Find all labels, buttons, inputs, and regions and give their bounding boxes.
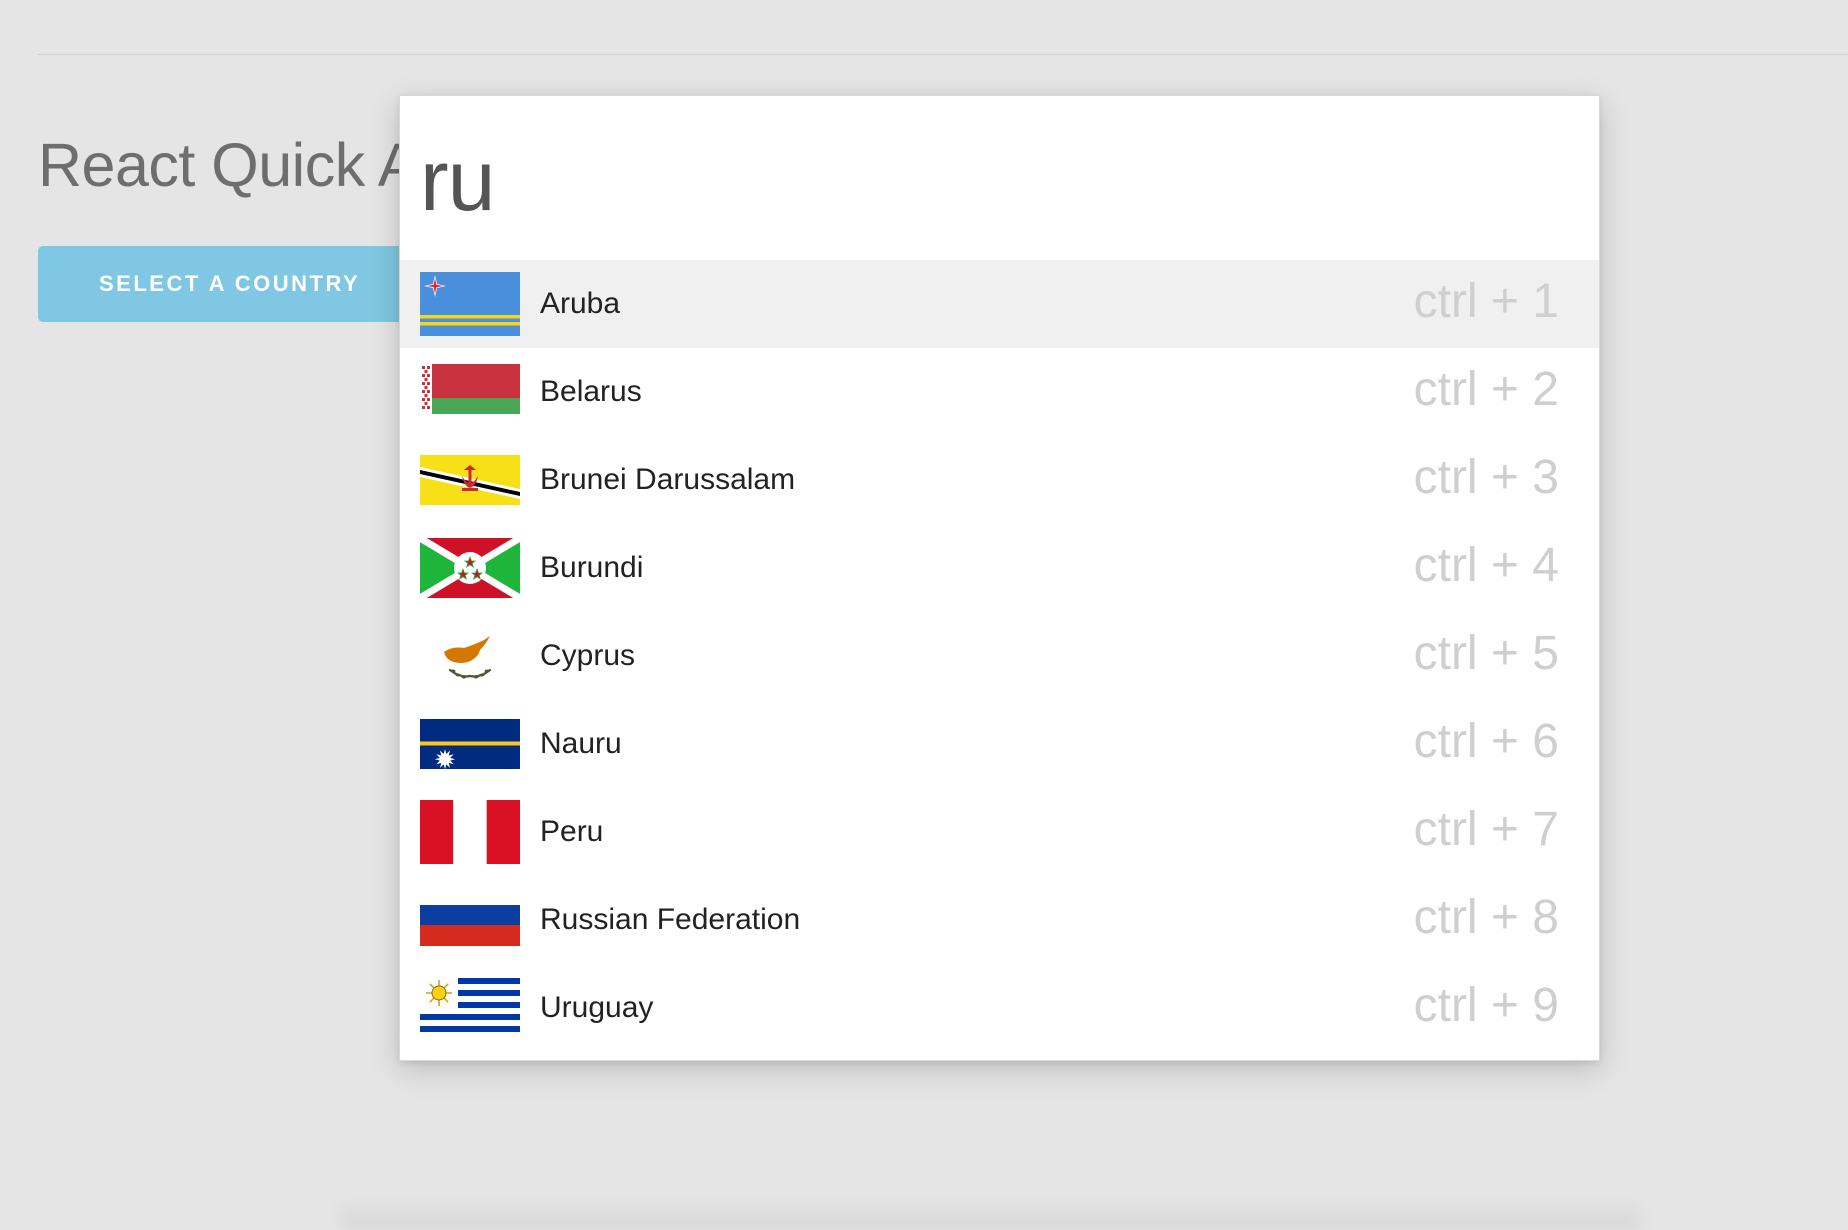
result-name: Peru — [540, 815, 604, 848]
result-item-aruba[interactable]: Aruba ctrl + 1 — [400, 260, 1599, 348]
burundi-flag-icon — [420, 536, 520, 600]
belarus-flag-icon — [420, 360, 520, 424]
result-shortcut: ctrl + 4 — [1413, 539, 1559, 592]
search-input[interactable] — [420, 126, 1520, 236]
background-shadow — [340, 1196, 1640, 1230]
brunei-flag-icon — [420, 448, 520, 512]
result-shortcut: ctrl + 9 — [1413, 979, 1559, 1032]
cyprus-flag-icon — [420, 624, 520, 688]
result-name: Nauru — [540, 727, 622, 760]
result-name: Brunei Darussalam — [540, 463, 796, 496]
result-shortcut: ctrl + 2 — [1413, 363, 1559, 416]
result-name: Uruguay — [540, 991, 654, 1024]
result-shortcut: ctrl + 5 — [1413, 627, 1559, 680]
aruba-flag-icon — [420, 272, 520, 336]
search-box — [400, 96, 1599, 260]
result-shortcut: ctrl + 1 — [1413, 275, 1559, 328]
result-shortcut: ctrl + 7 — [1413, 803, 1559, 856]
result-shortcut: ctrl + 3 — [1413, 451, 1559, 504]
result-item-russian-federation[interactable]: Russian Federation ctrl + 8 — [400, 876, 1599, 964]
result-item-burundi[interactable]: Burundi ctrl + 4 — [400, 524, 1599, 612]
result-item-uruguay[interactable]: Uruguay ctrl + 9 — [400, 964, 1599, 1052]
nauru-flag-icon — [420, 712, 520, 776]
result-name: Burundi — [540, 551, 644, 584]
result-item-cyprus[interactable]: Cyprus ctrl + 5 — [400, 612, 1599, 700]
result-name: Aruba — [540, 287, 621, 320]
peru-flag-icon — [420, 800, 520, 864]
result-item-peru[interactable]: Peru ctrl + 7 — [400, 788, 1599, 876]
result-name: Russian Federation — [540, 903, 801, 936]
result-item-belarus[interactable]: Belarus ctrl + 2 — [400, 348, 1599, 436]
result-shortcut: ctrl + 8 — [1413, 891, 1559, 944]
result-shortcut: ctrl + 6 — [1413, 715, 1559, 768]
russia-flag-icon — [420, 888, 520, 952]
header-divider — [38, 54, 1848, 55]
result-name: Cyprus — [540, 639, 636, 672]
select-country-button[interactable]: SELECT A COUNTRY — [38, 246, 408, 322]
quick-action-palette: Aruba ctrl + 1 — [399, 95, 1600, 1061]
results-list: Aruba ctrl + 1 Belarus ctrl + 2 Brunei D… — [400, 260, 1599, 1052]
uruguay-flag-icon — [420, 976, 520, 1040]
result-name: Belarus — [540, 375, 642, 408]
result-item-nauru[interactable]: Nauru ctrl + 6 — [400, 700, 1599, 788]
result-item-brunei[interactable]: Brunei Darussalam ctrl + 3 — [400, 436, 1599, 524]
page-title: React Quick A — [38, 131, 419, 199]
